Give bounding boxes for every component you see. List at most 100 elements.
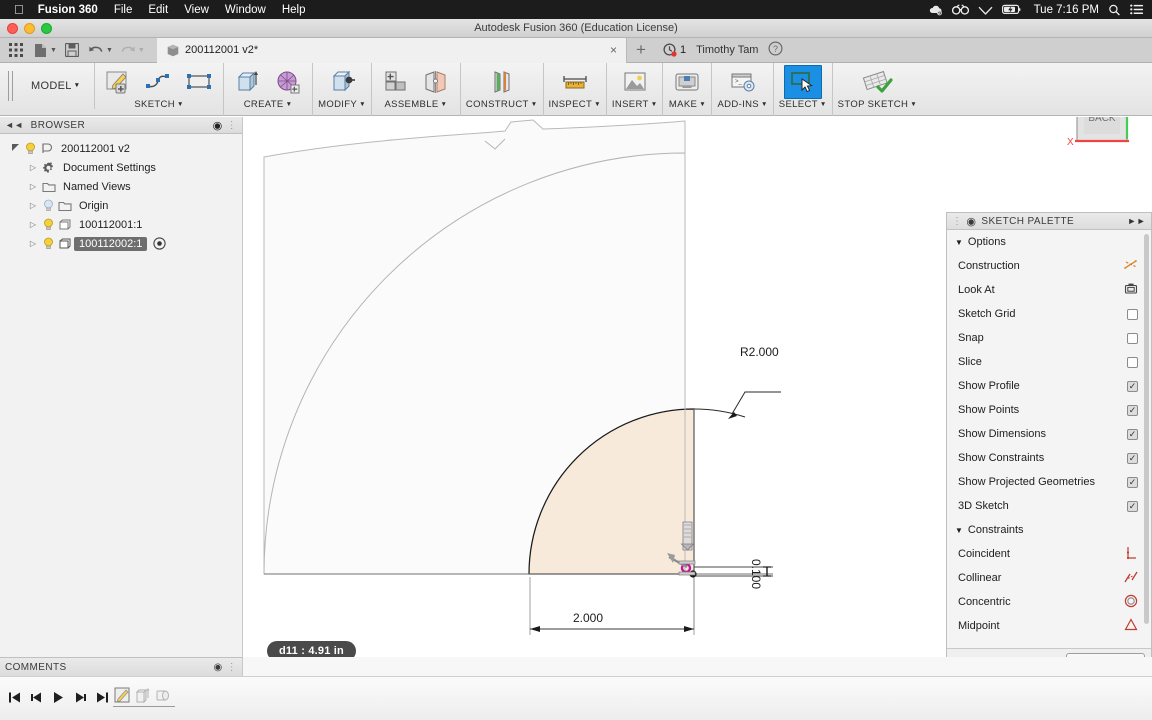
step-forward-icon[interactable]	[71, 688, 90, 707]
radius-arc-extension[interactable]	[693, 408, 746, 418]
battery-charging-icon[interactable]	[1001, 4, 1022, 15]
sketch-feature-icon[interactable]	[112, 685, 132, 705]
ribbon-label-sketch[interactable]: SKETCH	[134, 99, 175, 110]
chevron-down-icon[interactable]: ▼	[531, 101, 538, 108]
ribbon-grip[interactable]	[8, 71, 13, 101]
visibility-bulb-icon[interactable]	[22, 142, 38, 155]
menu-view[interactable]: View	[184, 4, 209, 16]
cloud-sync-icon[interactable]	[928, 4, 943, 16]
extrude-feature-icon[interactable]	[132, 685, 152, 705]
insert-image-icon[interactable]	[616, 65, 654, 99]
palette-row-show-constraints[interactable]: Show Constraints ✓	[947, 446, 1151, 470]
ribbon-label-stop-sketch[interactable]: STOP SKETCH	[838, 99, 909, 110]
palette-scrollbar[interactable]	[1144, 234, 1149, 624]
menu-file[interactable]: File	[114, 4, 133, 16]
scripts-addins-icon[interactable]: >_	[724, 65, 762, 99]
chevron-down-icon[interactable]: ▼	[651, 101, 658, 108]
show-dimensions-checkbox[interactable]: ✓	[1127, 428, 1138, 440]
palette-section-constraints[interactable]: ▼ Constraints	[947, 518, 1151, 542]
go-to-beginning-icon[interactable]	[5, 688, 24, 707]
measure-icon[interactable]	[556, 65, 594, 99]
horizontal-dimension-text[interactable]: 2.000	[573, 611, 603, 625]
go-to-end-icon[interactable]	[93, 688, 112, 707]
expand-palette-icon[interactable]: ►►	[1127, 216, 1146, 226]
visibility-bulb-icon[interactable]	[40, 199, 56, 212]
panel-options-icon[interactable]: ◉	[213, 119, 223, 132]
save-icon[interactable]	[61, 40, 83, 61]
chevron-down-icon[interactable]: ▼	[594, 101, 601, 108]
palette-row-coincident[interactable]: Coincident	[947, 542, 1151, 566]
construction-icon[interactable]	[1124, 259, 1138, 274]
activate-target-icon[interactable]	[153, 237, 167, 250]
ribbon-label-construct[interactable]: CONSTRUCT	[466, 99, 529, 110]
chevron-down-icon[interactable]: ▼	[286, 101, 293, 108]
mesh-create-icon[interactable]	[269, 65, 307, 99]
panel-resize-handle[interactable]: ⋮	[227, 120, 237, 131]
palette-options-icon[interactable]: ◉	[966, 215, 976, 228]
play-icon[interactable]	[49, 688, 68, 707]
palette-row-3d-sketch[interactable]: 3D Sketch ✓	[947, 494, 1151, 518]
document-tab-active[interactable]: 200112001 v2* ×	[157, 37, 627, 63]
concentric-icon[interactable]	[1124, 594, 1138, 611]
notification-badge[interactable]: 1	[663, 43, 686, 57]
new-component-icon[interactable]	[377, 65, 415, 99]
menu-app-name[interactable]: Fusion 360	[38, 4, 98, 16]
browser-item-100112002[interactable]: ▷ 100112002:1	[0, 234, 242, 253]
joint-icon[interactable]	[417, 65, 455, 99]
ribbon-label-modify[interactable]: MODIFY	[318, 99, 357, 110]
ribbon-label-insert[interactable]: INSERT	[612, 99, 649, 110]
wifi-icon[interactable]	[978, 4, 993, 15]
visibility-bulb-icon[interactable]	[40, 237, 56, 250]
ribbon-label-addins[interactable]: ADD-INS	[717, 99, 759, 110]
offset-plane-icon[interactable]	[483, 65, 521, 99]
visibility-bulb-icon[interactable]	[40, 218, 56, 231]
menu-clock[interactable]: Tue 7:16 PM	[1034, 4, 1099, 16]
apple-logo-icon[interactable]: 	[14, 3, 24, 16]
ribbon-label-assemble[interactable]: ASSEMBLE	[385, 99, 439, 110]
user-name-label[interactable]: Timothy Tam	[696, 44, 758, 56]
look-at-icon[interactable]	[1124, 282, 1138, 298]
workspace-selector[interactable]: MODEL ▼	[17, 63, 96, 109]
horizontal-dimension-geometry[interactable]	[529, 577, 695, 635]
rectangle-icon[interactable]	[180, 65, 218, 99]
chevron-down-icon[interactable]: ▼	[359, 101, 366, 108]
show-projected-geometries-checkbox[interactable]: ✓	[1127, 476, 1138, 488]
redo-dropdown-caret[interactable]: ▼	[138, 47, 145, 54]
undo-dropdown-caret[interactable]: ▼	[106, 47, 113, 54]
midpoint-icon[interactable]	[1124, 618, 1138, 634]
palette-row-midpoint[interactable]: Midpoint	[947, 614, 1151, 638]
binoculars-icon[interactable]	[951, 4, 969, 15]
chevron-down-icon[interactable]: ▼	[761, 101, 768, 108]
revolve-feature-icon[interactable]	[152, 685, 172, 705]
spline-icon[interactable]	[140, 65, 178, 99]
palette-row-snap[interactable]: Snap	[947, 326, 1151, 350]
3d-print-icon[interactable]	[668, 65, 706, 99]
close-tab-icon[interactable]: ×	[610, 43, 617, 57]
slice-checkbox[interactable]	[1127, 356, 1138, 368]
new-file-dropdown-caret[interactable]: ▼	[50, 47, 57, 54]
expand-arrow-icon[interactable]: ▷	[26, 220, 40, 229]
expand-arrow-icon[interactable]: ▷	[26, 201, 40, 210]
browser-item-named-views[interactable]: ▷ Named Views	[0, 177, 242, 196]
collinear-icon[interactable]	[1124, 570, 1138, 587]
step-back-icon[interactable]	[27, 688, 46, 707]
3d-sketch-checkbox[interactable]: ✓	[1127, 500, 1138, 512]
chevron-down-icon[interactable]: ▼	[910, 101, 917, 108]
select-cursor-icon[interactable]	[783, 65, 822, 99]
palette-row-show-points[interactable]: Show Points ✓	[947, 398, 1151, 422]
ribbon-label-make[interactable]: MAKE	[669, 99, 697, 110]
show-profile-checkbox[interactable]: ✓	[1127, 380, 1138, 392]
ribbon-label-inspect[interactable]: INSPECT	[549, 99, 593, 110]
palette-drag-handle[interactable]: ⋮	[952, 216, 962, 227]
browser-item-origin[interactable]: ▷ Origin	[0, 196, 242, 215]
expand-arrow-icon[interactable]: ▷	[26, 182, 40, 191]
collapse-panel-icon[interactable]: ◄◄	[5, 120, 24, 130]
radius-dimension-leader[interactable]	[728, 391, 781, 419]
palette-row-show-projected-geometries[interactable]: Show Projected Geometries ✓	[947, 470, 1151, 494]
chevron-down-icon[interactable]: ▼	[441, 101, 448, 108]
palette-row-slice[interactable]: Slice	[947, 350, 1151, 374]
palette-row-show-profile[interactable]: Show Profile ✓	[947, 374, 1151, 398]
spotlight-search-icon[interactable]	[1108, 4, 1121, 16]
palette-row-construction[interactable]: Construction	[947, 254, 1151, 278]
radius-dimension-text[interactable]: R2.000	[740, 345, 779, 359]
